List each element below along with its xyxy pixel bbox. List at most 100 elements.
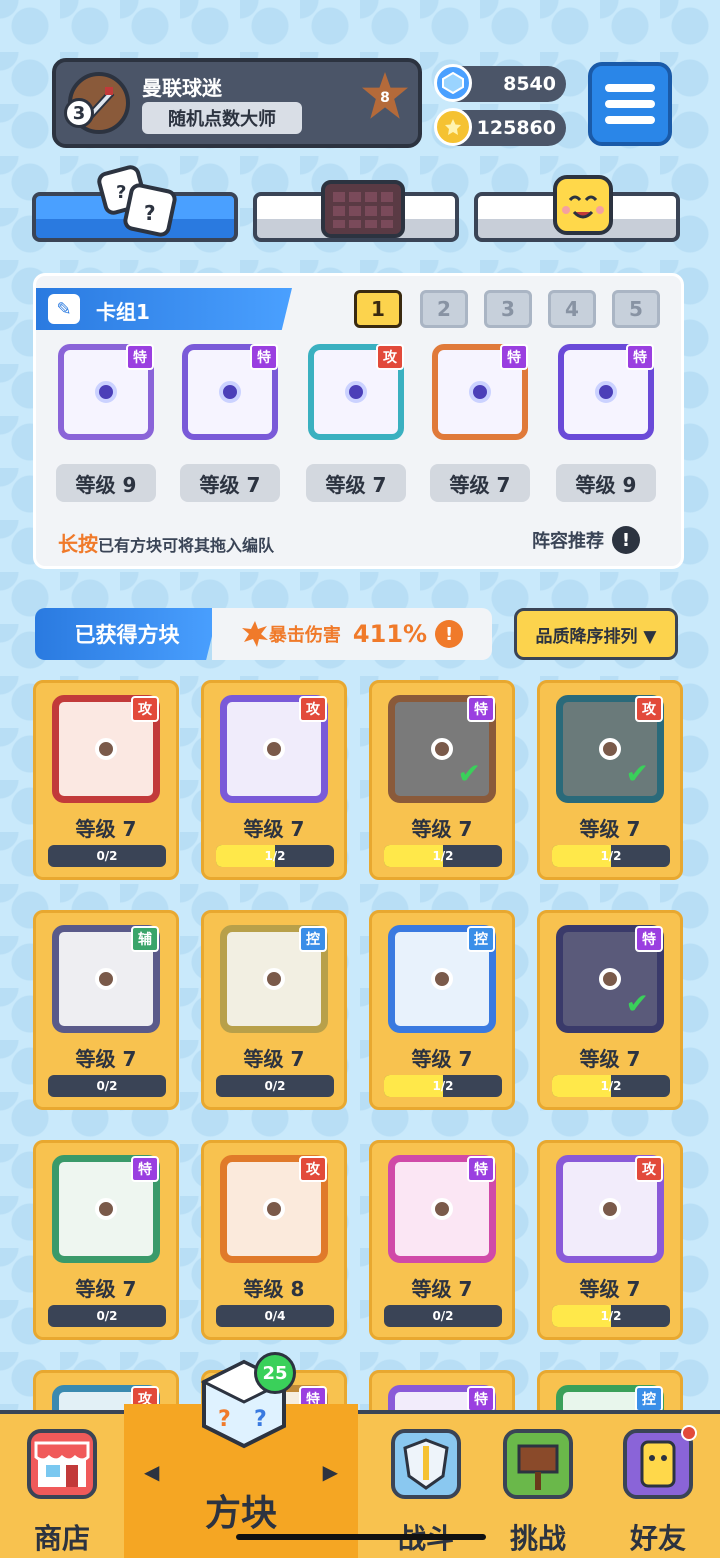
block-art: 攻 [220, 1155, 328, 1263]
blocks-icon: ?? 25 [196, 1352, 296, 1452]
block-level: 等级 7 [411, 817, 473, 841]
block-art: 控 [388, 925, 496, 1033]
tab-board[interactable] [253, 180, 459, 242]
block-card[interactable]: 攻等级 8 0/4 [201, 1140, 347, 1340]
block-card[interactable]: 攻等级 7 1/2 [201, 680, 347, 880]
block-level: 等级 7 [243, 1047, 305, 1071]
deck-card-2[interactable]: 特 [182, 344, 278, 440]
block-upgrade-progress: 1/2 [384, 845, 502, 867]
progress-text: 0/2 [96, 1309, 118, 1323]
block-card[interactable]: 控等级 7 0/2 [201, 910, 347, 1110]
deck-slot-3[interactable]: 3 [484, 290, 532, 328]
rank-medal-icon: 8 [362, 72, 408, 119]
block-card[interactable]: 攻等级 7 0/2 [33, 680, 179, 880]
block-core-icon [263, 1198, 285, 1220]
sort-quality-desc-button[interactable]: 品质降序排列 ▼ [514, 608, 678, 660]
nav-prev-arrow-icon[interactable]: ◀ [144, 1460, 159, 1484]
block-type-tag: 特 [467, 1156, 495, 1182]
block-level: 等级 7 [75, 1047, 137, 1071]
deck-slot-5[interactable]: 5 [612, 290, 660, 328]
block-card[interactable]: 攻等级 7 1/2 [537, 1140, 683, 1340]
svg-text:?: ? [218, 1407, 231, 1432]
nav-blocks-label: 方块 [204, 1493, 277, 1534]
block-level: 等级 7 [579, 1277, 641, 1301]
block-upgrade-progress: 0/2 [48, 1305, 166, 1327]
lineup-recommend-button[interactable]: 阵容推荐 ! [532, 526, 640, 554]
progress-text: 1/2 [600, 849, 622, 863]
block-core-icon [595, 381, 617, 403]
deck-slot-2[interactable]: 2 [420, 290, 468, 328]
progress-text: 0/4 [264, 1309, 286, 1323]
block-card[interactable]: 辅等级 7 0/2 [33, 910, 179, 1110]
player-title: 随机点数大师 [142, 102, 302, 134]
block-type-tag: 特 [635, 926, 663, 952]
nav-challenge[interactable]: 挑战 [476, 1414, 600, 1558]
block-art: 攻 ✔ [556, 695, 664, 803]
block-card[interactable]: 特 ✔ 等级 7 1/2 [369, 680, 515, 880]
block-type-tag: 攻 [635, 696, 663, 722]
deck-slot-4[interactable]: 4 [548, 290, 596, 328]
tab-dice[interactable]: ? ? [32, 165, 238, 242]
deck-card-5[interactable]: 特 [558, 344, 654, 440]
nav-shop-label: 商店 [33, 1522, 90, 1555]
block-core-icon [263, 738, 285, 760]
deck-card-level: 等级 9 [56, 464, 156, 502]
progress-text: 0/2 [264, 1079, 286, 1093]
block-art: 特 [388, 1155, 496, 1263]
player-profile-card[interactable]: 3 曼联球迷 随机点数大师 8 [52, 58, 422, 148]
crit-damage-info[interactable]: 暴击伤害 411% ! [212, 608, 492, 660]
in-deck-check-icon: ✔ [625, 987, 649, 1020]
gem-counter[interactable]: 8540 [434, 64, 566, 102]
block-type-tag: 特 [626, 344, 654, 370]
block-upgrade-progress: 1/2 [552, 1075, 670, 1097]
coin-amount: 125860 [476, 117, 556, 139]
block-upgrade-progress: 0/2 [48, 1075, 166, 1097]
rename-deck-button[interactable]: ✎ [48, 294, 80, 324]
drag-hint-emphasis: 长按 [58, 532, 98, 556]
nav-friends[interactable]: 好友 [596, 1414, 720, 1558]
rank-medal-value: 8 [380, 90, 390, 106]
deck-card-4[interactable]: 特 [432, 344, 528, 440]
deck-slot-1[interactable]: 1 [354, 290, 402, 328]
coin-icon [434, 108, 472, 146]
block-type-tag: 特 [467, 696, 495, 722]
main-menu-button[interactable] [588, 62, 672, 146]
block-level: 等级 7 [411, 1277, 473, 1301]
nav-shop[interactable]: 商店 [0, 1414, 124, 1558]
drag-hint: 长按已有方块可将其拖入编队 [58, 528, 274, 557]
block-upgrade-progress: 0/4 [216, 1305, 334, 1327]
crit-info-icon[interactable]: ! [435, 620, 464, 648]
block-art: 攻 [556, 1155, 664, 1263]
block-art: 攻 [220, 695, 328, 803]
coin-counter[interactable]: 125860 [434, 108, 566, 146]
tab-emote[interactable] [474, 175, 680, 242]
deck-card-level: 等级 7 [306, 464, 406, 502]
deck-card-3[interactable]: 攻 [308, 344, 404, 440]
block-art: 特 ✔ [388, 695, 496, 803]
block-art: 辅 [52, 925, 160, 1033]
block-card[interactable]: 特等级 7 0/2 [33, 1140, 179, 1340]
block-core-icon [431, 738, 453, 760]
progress-text: 1/2 [264, 849, 286, 863]
nav-next-arrow-icon[interactable]: ▶ [323, 1460, 338, 1484]
block-core-icon [95, 381, 117, 403]
deck-card-1[interactable]: 特 [58, 344, 154, 440]
hamburger-bar [605, 116, 655, 124]
progress-text: 1/2 [600, 1309, 622, 1323]
deck-card-level: 等级 7 [430, 464, 530, 502]
block-card[interactable]: 攻 ✔ 等级 7 1/2 [537, 680, 683, 880]
shop-icon [27, 1429, 97, 1499]
progress-text: 1/2 [600, 1079, 622, 1093]
block-core-icon [599, 738, 621, 760]
dice-icon: ? ? [97, 165, 177, 237]
deck-card-level: 等级 7 [180, 464, 280, 502]
signpost-icon [503, 1429, 573, 1499]
block-card[interactable]: 特 ✔ 等级 7 1/2 [537, 910, 683, 1110]
block-card[interactable]: 特等级 7 0/2 [369, 1140, 515, 1340]
block-level: 等级 7 [579, 1047, 641, 1071]
block-card[interactable]: 控等级 7 1/2 [369, 910, 515, 1110]
block-type-tag: 攻 [299, 696, 327, 722]
block-upgrade-progress: 1/2 [552, 1305, 670, 1327]
drag-hint-text: 已有方块可将其拖入编队 [98, 536, 275, 555]
pencil-icon: ✎ [56, 298, 72, 320]
